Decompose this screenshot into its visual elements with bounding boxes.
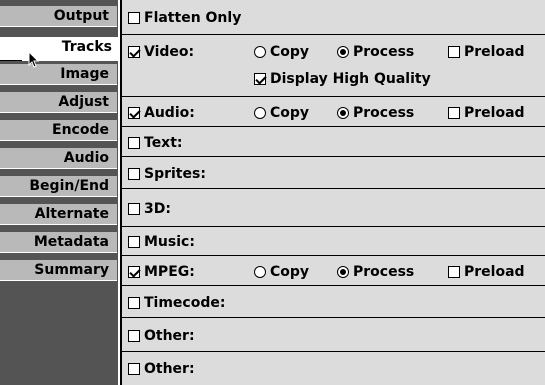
other-label: Other:	[144, 328, 195, 344]
copy-label: Copy	[270, 264, 310, 280]
tab-begin-end[interactable]: Begin/End	[0, 176, 117, 197]
mouse-pointer-icon	[28, 51, 40, 68]
video-process-radio[interactable]	[337, 46, 349, 58]
video-label: Video:	[144, 44, 195, 60]
tab-strip: Output Tracks Image Adjust Encode Audio …	[0, 0, 120, 385]
tab-label: Output	[53, 8, 109, 24]
video-copy-radio[interactable]	[254, 46, 266, 58]
preload-label: Preload	[464, 264, 525, 280]
music-checkbox[interactable]	[128, 236, 140, 248]
tab-alternate[interactable]: Alternate	[0, 204, 117, 225]
tracks-panel: Flatten Only Video: Copy Process Preload…	[120, 0, 545, 385]
tab-adjust[interactable]: Adjust	[0, 92, 117, 113]
video-checkbox[interactable]	[128, 46, 140, 58]
other-checkbox[interactable]	[128, 330, 140, 342]
video-preload-checkbox[interactable]	[448, 46, 460, 58]
mpeg-copy-radio[interactable]	[254, 266, 266, 278]
mpeg-process-radio[interactable]	[337, 266, 349, 278]
tab-label: Encode	[52, 122, 109, 138]
text-checkbox[interactable]	[128, 137, 140, 149]
tab-encode[interactable]: Encode	[0, 120, 117, 141]
mpeg-track-row: MPEG: Copy Process Preload	[122, 256, 545, 286]
tab-label: Summary	[34, 262, 109, 278]
copy-label: Copy	[270, 105, 310, 121]
text-label: Text:	[144, 135, 183, 151]
music-label: Music:	[144, 234, 195, 250]
copy-label: Copy	[270, 44, 310, 60]
tab-label: Tracks	[61, 39, 112, 55]
video-track-row: Video: Copy Process Preload Display High…	[122, 35, 545, 97]
mpeg-preload-checkbox[interactable]	[448, 266, 460, 278]
flatten-only-row: Flatten Only	[122, 0, 545, 35]
audio-label: Audio:	[144, 105, 195, 121]
tab-label: Image	[60, 66, 109, 82]
timecode-checkbox[interactable]	[128, 297, 140, 309]
timecode-track-row: Timecode:	[122, 286, 545, 318]
sprites-track-row: Sprites:	[122, 157, 545, 189]
process-label: Process	[353, 105, 415, 121]
audio-process-radio[interactable]	[337, 107, 349, 119]
tab-summary[interactable]: Summary	[0, 260, 117, 281]
tab-label: Audio	[63, 150, 109, 166]
3d-label: 3D:	[144, 201, 171, 217]
display-high-quality-label: Display High Quality	[270, 71, 431, 87]
process-label: Process	[353, 264, 415, 280]
tab-metadata[interactable]: Metadata	[0, 232, 117, 253]
sprites-label: Sprites:	[144, 166, 206, 182]
timecode-label: Timecode:	[144, 295, 226, 311]
display-high-quality-checkbox[interactable]	[254, 73, 266, 85]
tab-label: Begin/End	[29, 178, 109, 194]
other-track-row: Other:	[122, 352, 545, 385]
audio-copy-radio[interactable]	[254, 107, 266, 119]
other-label: Other:	[144, 361, 195, 377]
3d-checkbox[interactable]	[128, 203, 140, 215]
mpeg-label: MPEG:	[144, 264, 195, 280]
3d-track-row: 3D:	[122, 189, 545, 227]
process-label: Process	[353, 44, 415, 60]
tab-label: Alternate	[34, 206, 109, 222]
other-checkbox[interactable]	[128, 363, 140, 375]
mpeg-checkbox[interactable]	[128, 266, 140, 278]
tab-edge	[0, 60, 22, 61]
sprites-checkbox[interactable]	[128, 168, 140, 180]
flatten-only-checkbox[interactable]	[128, 12, 140, 24]
tab-output[interactable]: Output	[0, 6, 117, 27]
tab-label: Adjust	[58, 94, 109, 110]
other-track-row: Other:	[122, 318, 545, 352]
music-track-row: Music:	[122, 227, 545, 256]
tab-image[interactable]: Image	[0, 64, 117, 85]
tab-tracks[interactable]: Tracks	[0, 37, 120, 61]
audio-track-row: Audio: Copy Process Preload	[122, 97, 545, 127]
audio-preload-checkbox[interactable]	[448, 107, 460, 119]
text-track-row: Text:	[122, 127, 545, 157]
tab-audio[interactable]: Audio	[0, 148, 117, 169]
tab-label: Metadata	[33, 234, 109, 250]
audio-checkbox[interactable]	[128, 107, 140, 119]
flatten-only-label: Flatten Only	[144, 10, 242, 26]
preload-label: Preload	[464, 105, 525, 121]
preload-label: Preload	[464, 44, 525, 60]
